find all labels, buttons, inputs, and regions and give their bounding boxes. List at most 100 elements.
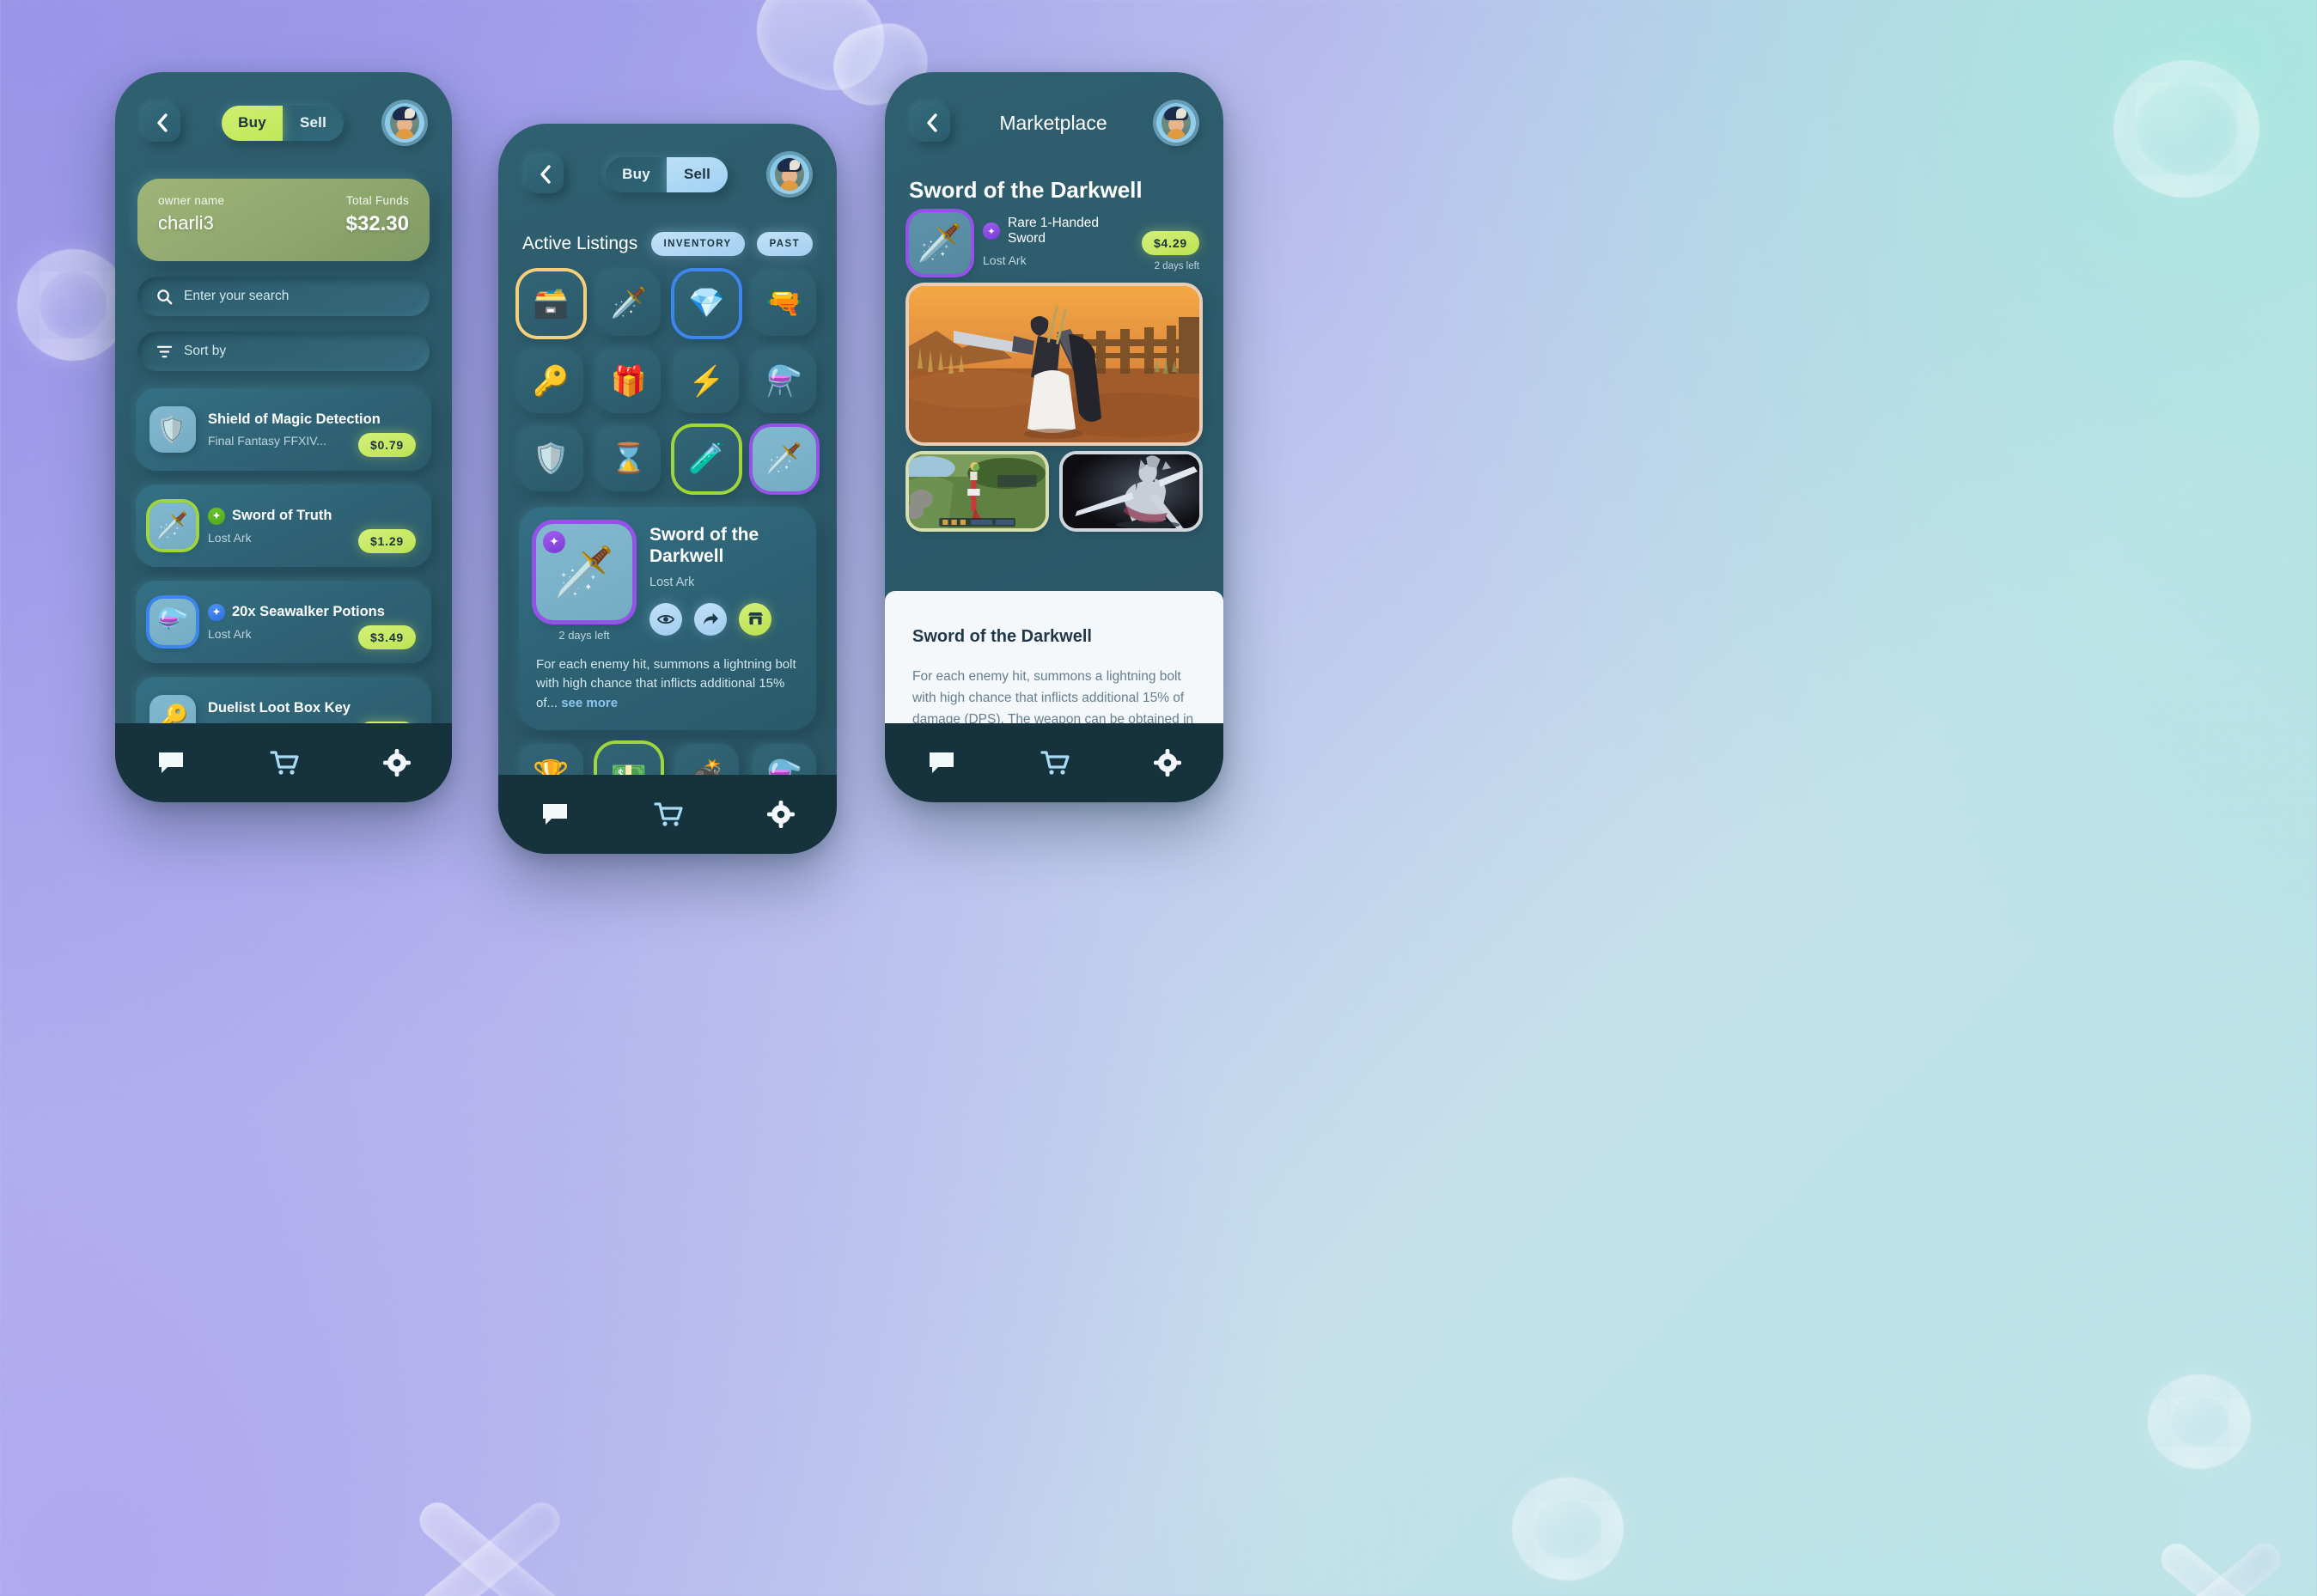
sword-icon[interactable]: 🗡️ [596,271,661,336]
key-icon[interactable]: 🔑 [519,349,583,413]
blue-potion-icon[interactable]: ⚗️ [752,349,816,413]
chat-icon[interactable] [927,750,956,776]
item-price: $1.29 [357,529,416,553]
search-placeholder: Enter your search [184,289,290,303]
detail-title: Sword of the Darkwell [649,524,759,567]
gem-icon[interactable]: 💎 [674,271,739,336]
item-title: Shield of Magic Detection [208,411,381,427]
funds-label: Total Funds [345,194,409,207]
rifle-icon[interactable]: 🔫 [752,271,816,336]
active-listings-header: Active Listings INVENTORY PAST [498,225,837,256]
back-button[interactable] [143,104,180,142]
sword-icon[interactable]: 🗡️ [752,427,816,491]
detail-game: Lost Ark [649,575,695,589]
item-meta: 🗡️ ✦ Rare 1-Handed Sword Lost Ark $4.29 … [885,204,1223,274]
settings-icon[interactable] [767,801,796,828]
wallet-funds: Total Funds $32.30 [346,194,409,236]
bottom-navigation [885,723,1223,802]
cart-icon[interactable] [1040,749,1070,777]
item-title: Duelist Loot Box Key [208,700,351,716]
list-item[interactable]: 🗡️ ✦ Sword of Truth Lost Ark $1.29 [136,484,431,567]
search-input[interactable]: Enter your search [137,277,430,316]
store-button[interactable] [739,602,771,636]
funds-value: $32.30 [345,212,409,235]
chat-icon[interactable] [540,801,570,827]
hero-screenshot[interactable] [909,286,1199,442]
red-potion-icon[interactable]: 🧪 [674,427,739,491]
lightning-icon[interactable]: ⚡ [674,349,739,413]
deco-pill-top [742,0,899,106]
thumb1-art [909,454,1046,528]
item-title: Sword of Truth [232,508,332,523]
days-left: 2 days left [558,628,610,642]
sword-icon[interactable]: ✦ 🗡️ [536,523,632,620]
eye-button[interactable] [649,602,682,636]
deco-x-bottom [387,1460,584,1596]
avatar[interactable] [1156,103,1196,143]
owner-value: charli3 [158,212,214,234]
owner-label: owner name [158,194,225,207]
wallet-owner: owner name charli3 [158,194,224,235]
bottom-navigation [115,723,452,802]
detail-actions [649,602,799,636]
avatar[interactable] [385,103,424,143]
inventory-grid: 🗃️ 🗡️ 💎 🔫 🔑 🎁 ⚡ ⚗️ 🛡️ ⌛ 🧪 🗡️ [519,271,816,491]
sort-by-dropdown[interactable]: Sort by [137,332,430,371]
shield-icon[interactable]: 🛡️ [519,427,583,491]
deco-ring-right [2113,60,2259,198]
list-item[interactable]: 🛡️ Shield of Magic Detection Final Fanta… [136,388,431,471]
tab-buy[interactable]: Buy [606,157,667,192]
sort-by-label: Sort by [184,344,227,358]
sheet-title: Sword of the Darkwell [912,627,1092,646]
eye-icon [657,614,674,624]
item-price: $3.49 [357,625,416,649]
tab-sell[interactable]: Sell [283,106,344,141]
avatar[interactable] [770,155,809,194]
rarity-badge-icon: ✦ [208,507,225,525]
phone1-header: Buy Sell [115,72,452,174]
buy-sell-toggle[interactable]: Buy Sell [222,105,344,141]
chip-past[interactable]: PAST [756,232,813,256]
phone-screen-sell: Buy Sell Active Listings INVENTORY PAST … [498,124,837,854]
deco-ring-br [2148,1374,2251,1469]
deco-x-right [2139,1512,2302,1596]
thumb2-art [1063,454,1199,528]
chevron-left-icon [540,165,551,184]
share-button[interactable] [694,602,727,636]
hourglass-icon[interactable]: ⌛ [596,427,661,491]
search-icon [157,289,173,304]
phone-screen-buy: Buy Sell owner name charli3 Total Funds … [115,72,452,802]
gift-icon[interactable]: 🎁 [596,349,661,413]
gallery-thumb-2[interactable] [1063,454,1199,528]
buy-sell-toggle[interactable]: Buy Sell [606,156,728,192]
list-item[interactable]: ⚗️ ✦ 20x Seawalker Potions Lost Ark $3.4… [136,581,431,663]
avatar-face [775,158,804,191]
cart-icon[interactable] [269,749,300,777]
share-icon [703,612,718,625]
chat-icon[interactable] [156,750,186,776]
section-title: Active Listings [522,234,638,253]
gallery-thumbnails [909,454,1199,528]
back-button[interactable] [912,104,950,142]
cart-icon[interactable] [653,801,684,828]
item-price: $4.29 [1141,231,1199,255]
tab-buy[interactable]: Buy [222,105,283,141]
hero-art [909,286,1199,442]
description-sheet: Sword of the Darkwell For each enemy hit… [885,591,1223,723]
marketplace-item-list: 🛡️ Shield of Magic Detection Final Fanta… [136,388,431,759]
settings-icon[interactable] [1154,749,1182,777]
see-more-link[interactable]: see more [561,696,618,710]
chip-inventory[interactable]: INVENTORY [650,232,745,256]
wallet-card: owner name charli3 Total Funds $32.30 [137,179,430,261]
sword-icon[interactable]: 🗡️ [909,212,971,274]
rarity-badge-icon: ✦ [983,222,1000,240]
phone3-header: Marketplace [885,72,1223,174]
tab-sell[interactable]: Sell [667,156,728,192]
item-game: Lost Ark [983,253,1027,267]
back-button[interactable] [526,155,564,193]
settings-icon[interactable] [382,749,411,777]
treasure-chest-icon[interactable]: 🗃️ [519,271,583,336]
gallery-thumb-1[interactable] [909,454,1046,528]
rarity-badge-icon: ✦ [208,603,225,621]
phone-screen-detail: Marketplace Sword of the Darkwell 🗡️ ✦ R… [885,72,1223,802]
